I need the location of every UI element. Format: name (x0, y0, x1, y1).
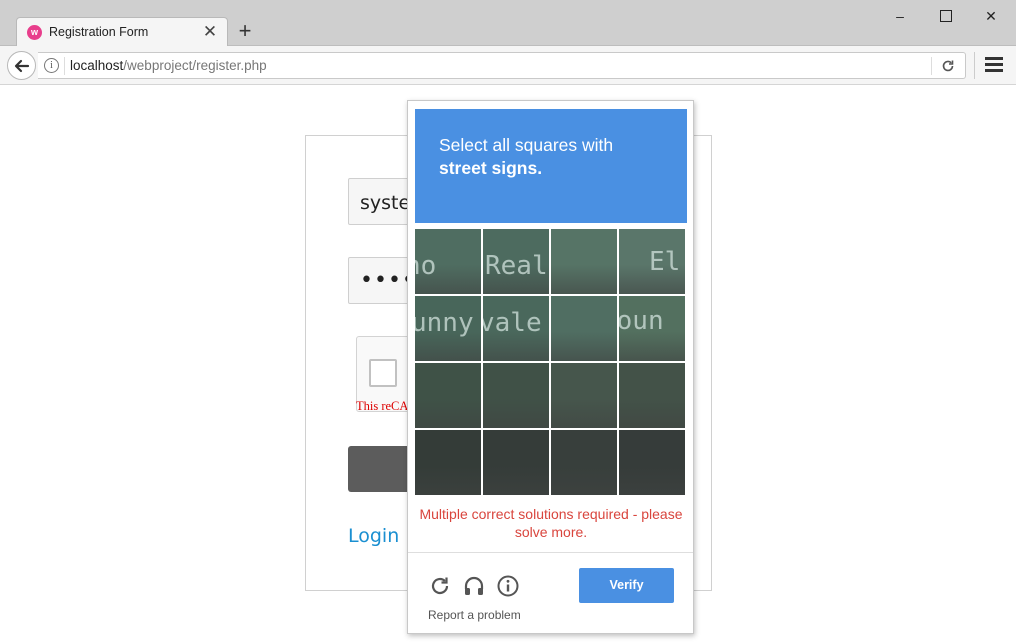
url-host: localhost (70, 58, 124, 73)
street-sign-tile[interactable]: vale (483, 296, 549, 361)
dark-tile[interactable] (415, 430, 481, 495)
street-sign-tile[interactable]: Real (483, 229, 549, 294)
recaptcha-checkbox[interactable] (369, 359, 397, 387)
dark-tile[interactable] (619, 430, 685, 495)
street-sign-tile[interactable] (551, 229, 617, 294)
new-tab-icon[interactable]: + (234, 20, 256, 42)
challenge-image-grid: no Real El unny vale Moun (415, 229, 687, 500)
dark-tile[interactable] (551, 430, 617, 495)
challenge-divider (408, 552, 693, 553)
dark-tile[interactable] (483, 363, 549, 428)
maximize-icon[interactable] (936, 6, 956, 26)
sign-text: vale (483, 308, 542, 338)
street-sign-tile[interactable]: unny (415, 296, 481, 361)
reload-divider (931, 57, 932, 75)
sign-text: unny (415, 308, 474, 338)
sign-text: El (649, 247, 681, 277)
tab-close-icon[interactable]: ✕ (201, 23, 219, 41)
report-problem-link[interactable]: Report a problem (428, 608, 521, 622)
sign-text: Real (485, 251, 548, 281)
info-icon[interactable]: i (44, 58, 59, 73)
challenge-target: street signs. (439, 158, 543, 178)
challenge-header: Select all squares with street signs. (415, 109, 687, 223)
url-bar[interactable]: i localhost/webproject/register.php (38, 52, 966, 79)
url-text[interactable]: localhost/webproject/register.php (70, 58, 267, 73)
recaptcha-challenge-popup: Select all squares with street signs. no… (407, 100, 694, 634)
sign-text: no (415, 251, 437, 281)
login-link[interactable]: Login (348, 525, 399, 547)
challenge-instruction: Select all squares with (439, 135, 614, 155)
url-path: /webproject/register.php (123, 58, 267, 73)
dark-tile[interactable] (619, 363, 685, 428)
street-sign-tile[interactable]: Moun (619, 296, 685, 361)
menu-divider (974, 52, 975, 79)
reload-challenge-icon[interactable] (428, 574, 452, 598)
tab-title: Registration Form (49, 25, 149, 39)
back-button[interactable] (7, 51, 36, 80)
dark-tile[interactable] (415, 363, 481, 428)
reload-icon[interactable] (939, 57, 957, 75)
browser-navbar: i localhost/webproject/register.php (0, 46, 1016, 85)
dark-tile[interactable] (551, 363, 617, 428)
hamburger-menu-icon[interactable] (985, 57, 1003, 73)
sign-text: Moun (619, 306, 664, 336)
street-sign-tile[interactable]: no (415, 229, 481, 294)
audio-challenge-icon[interactable] (462, 574, 486, 598)
info-help-icon[interactable] (496, 574, 520, 598)
street-sign-tile[interactable]: El (619, 229, 685, 294)
minimize-icon[interactable]: – (890, 6, 910, 26)
url-divider (64, 57, 65, 75)
dark-tile[interactable] (483, 430, 549, 495)
challenge-error-message: Multiple correct solutions required - pl… (419, 506, 683, 540)
street-sign-tile[interactable] (551, 296, 617, 361)
window-close-icon[interactable]: ✕ (981, 6, 1001, 26)
tab-favicon-icon: w (27, 25, 42, 40)
browser-tab[interactable]: w Registration Form ✕ (16, 17, 228, 47)
verify-button[interactable]: Verify (579, 568, 674, 603)
back-arrow-icon (14, 59, 29, 73)
browser-titlebar: w Registration Form ✕ + – ✕ (0, 0, 1016, 47)
